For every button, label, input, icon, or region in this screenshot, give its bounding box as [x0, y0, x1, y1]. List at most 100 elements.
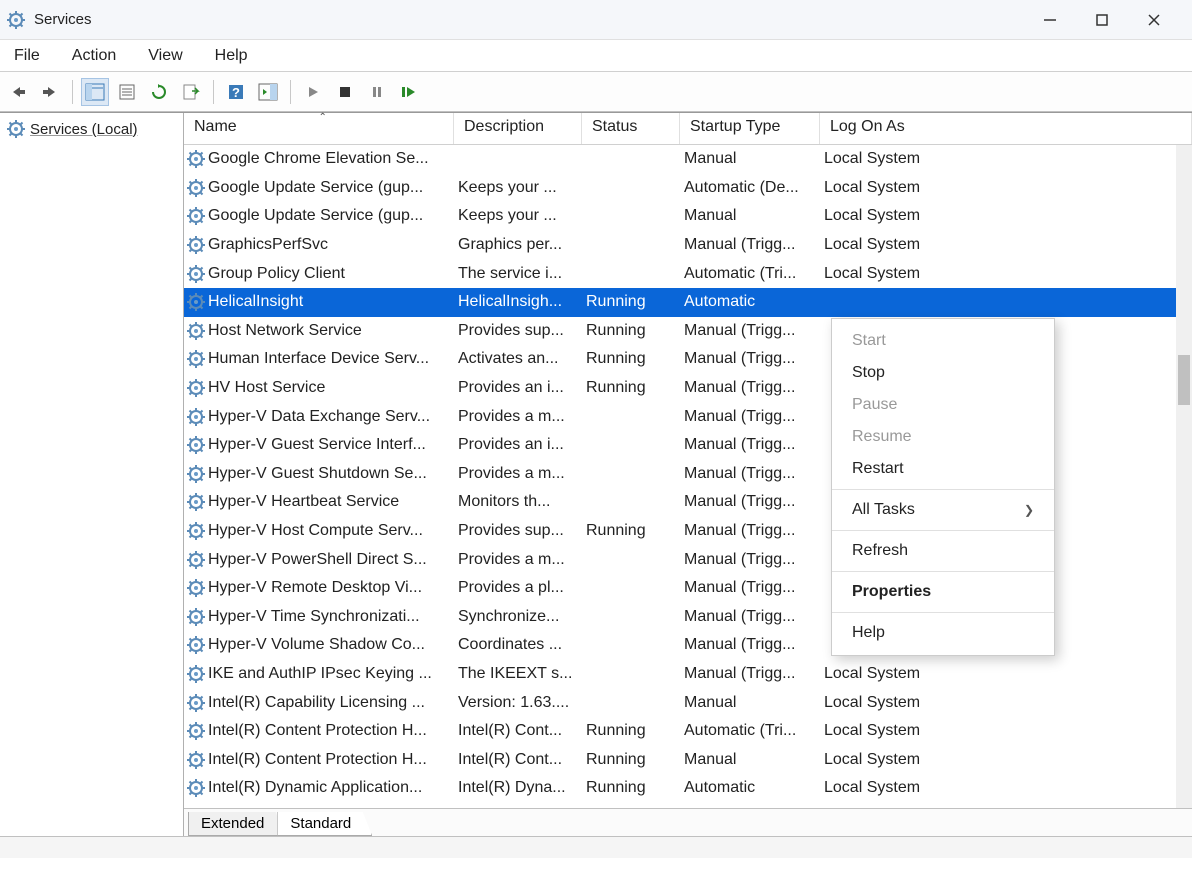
service-row[interactable]: Google Chrome Elevation Se... Manual Loc…	[184, 145, 1192, 174]
ctx-properties[interactable]: Properties	[832, 576, 1054, 608]
gear-icon	[6, 119, 26, 139]
sidebar-item-services-local[interactable]: Services (Local)	[0, 117, 183, 141]
cell-description: The service i...	[454, 265, 582, 283]
ctx-all-tasks[interactable]: All Tasks❯	[832, 494, 1054, 526]
gear-icon	[186, 178, 206, 198]
cell-startup: Manual (Trigg...	[680, 350, 820, 368]
cell-startup: Automatic (Tri...	[680, 265, 820, 283]
properties-button[interactable]	[113, 78, 141, 106]
service-row[interactable]: HelicalInsight HelicalInsigh... Running …	[184, 288, 1192, 317]
window-controls	[1038, 8, 1186, 32]
menu-view[interactable]: View	[142, 43, 188, 69]
ctx-restart[interactable]: Restart	[832, 453, 1054, 485]
service-name-label: Hyper-V PowerShell Direct S...	[208, 551, 427, 569]
show-hide-action-pane-button[interactable]	[254, 78, 282, 106]
service-row[interactable]: Google Update Service (gup... Keeps your…	[184, 202, 1192, 231]
service-name-label: Google Update Service (gup...	[208, 179, 423, 197]
service-row[interactable]: Intel(R) Content Protection H... Intel(R…	[184, 717, 1192, 746]
service-row[interactable]: Intel(R) Content Protection H... Intel(R…	[184, 745, 1192, 774]
service-name-label: Intel(R) Dynamic Application...	[208, 779, 422, 797]
scroll-thumb[interactable]	[1178, 355, 1190, 405]
cell-description: Provides a m...	[454, 551, 582, 569]
ctx-stop[interactable]: Stop	[832, 357, 1054, 389]
pause-service-button[interactable]	[363, 78, 391, 106]
bottom-tabs: Extended Standard	[184, 808, 1192, 836]
gear-icon	[186, 206, 206, 226]
menu-help[interactable]: Help	[209, 43, 254, 69]
close-button[interactable]	[1142, 8, 1166, 32]
cell-description: The IKEEXT s...	[454, 665, 582, 683]
cell-description: Provides sup...	[454, 322, 582, 340]
column-header-startup[interactable]: Startup Type	[680, 113, 820, 144]
cell-name: Hyper-V Guest Service Interf...	[184, 435, 454, 455]
service-name-label: Group Policy Client	[208, 265, 345, 283]
service-name-label: Hyper-V Data Exchange Serv...	[208, 408, 430, 426]
vertical-scrollbar[interactable]	[1176, 145, 1192, 808]
nav-back-button[interactable]	[4, 78, 32, 106]
gear-icon	[186, 378, 206, 398]
cell-name: Hyper-V Guest Shutdown Se...	[184, 464, 454, 484]
minimize-button[interactable]	[1038, 8, 1062, 32]
cell-status: Running	[582, 293, 680, 311]
context-menu: Start Stop Pause Resume Restart All Task…	[831, 318, 1055, 656]
service-name-label: Hyper-V Time Synchronizati...	[208, 608, 420, 626]
gear-icon	[186, 721, 206, 741]
ctx-resume: Resume	[832, 421, 1054, 453]
nav-forward-button[interactable]	[36, 78, 64, 106]
ctx-refresh[interactable]: Refresh	[832, 535, 1054, 567]
service-row[interactable]: Google Update Service (gup... Keeps your…	[184, 174, 1192, 203]
cell-status: Running	[582, 751, 680, 769]
gear-icon	[186, 778, 206, 798]
service-row[interactable]: Group Policy Client The service i... Aut…	[184, 259, 1192, 288]
cell-startup: Automatic	[680, 293, 820, 311]
cell-logon: Local System	[820, 751, 940, 769]
service-name-label: Intel(R) Content Protection H...	[208, 722, 427, 740]
tab-extended[interactable]: Extended	[188, 812, 285, 836]
gear-icon	[186, 492, 206, 512]
help-button[interactable]: ?	[222, 78, 250, 106]
cell-description: Activates an...	[454, 350, 582, 368]
cell-description: Provides a m...	[454, 408, 582, 426]
cell-name: Host Network Service	[184, 321, 454, 341]
restart-service-button[interactable]	[395, 78, 423, 106]
maximize-button[interactable]	[1090, 8, 1114, 32]
cell-status: Running	[582, 522, 680, 540]
ctx-separator	[832, 612, 1054, 613]
cell-logon: Local System	[820, 722, 940, 740]
column-header-status[interactable]: Status	[582, 113, 680, 144]
ctx-help[interactable]: Help	[832, 617, 1054, 649]
menu-file[interactable]: File	[8, 43, 46, 69]
start-service-button[interactable]	[299, 78, 327, 106]
service-name-label: Hyper-V Guest Service Interf...	[208, 436, 426, 454]
cell-logon: Local System	[820, 665, 940, 683]
gear-icon	[186, 464, 206, 484]
column-header-name[interactable]: Name⌃	[184, 113, 454, 144]
ctx-separator	[832, 571, 1054, 572]
toolbar-sep	[213, 80, 214, 104]
cell-description: Provides a m...	[454, 465, 582, 483]
refresh-button[interactable]	[145, 78, 173, 106]
tab-standard[interactable]: Standard	[277, 812, 372, 836]
export-list-button[interactable]	[177, 78, 205, 106]
show-hide-tree-button[interactable]	[81, 78, 109, 106]
menu-action[interactable]: Action	[66, 43, 122, 69]
service-row[interactable]: Intel(R) Capability Licensing ... Versio…	[184, 688, 1192, 717]
chevron-right-icon: ❯	[1024, 503, 1034, 517]
service-name-label: Hyper-V Volume Shadow Co...	[208, 636, 425, 654]
cell-name: Hyper-V PowerShell Direct S...	[184, 550, 454, 570]
cell-description: Provides an i...	[454, 436, 582, 454]
service-row[interactable]: Intel(R) Dynamic Application... Intel(R)…	[184, 774, 1192, 803]
gear-icon	[186, 349, 206, 369]
stop-service-button[interactable]	[331, 78, 359, 106]
service-name-label: Intel(R) Capability Licensing ...	[208, 694, 425, 712]
cell-name: Group Policy Client	[184, 264, 454, 284]
cell-description: Keeps your ...	[454, 207, 582, 225]
ctx-pause: Pause	[832, 389, 1054, 421]
service-row[interactable]: GraphicsPerfSvc Graphics per... Manual (…	[184, 231, 1192, 260]
service-name-label: Hyper-V Remote Desktop Vi...	[208, 579, 422, 597]
column-header-description[interactable]: Description	[454, 113, 582, 144]
service-row[interactable]: IKE and AuthIP IPsec Keying ... The IKEE…	[184, 660, 1192, 689]
service-name-label: Google Update Service (gup...	[208, 207, 423, 225]
column-header-logon[interactable]: Log On As	[820, 113, 1192, 144]
cell-startup: Automatic	[680, 779, 820, 797]
